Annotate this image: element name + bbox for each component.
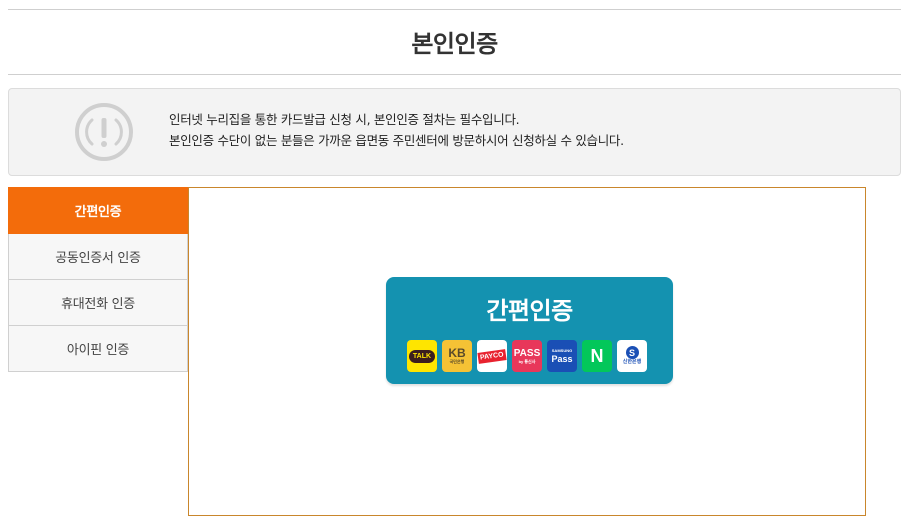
exclamation-circle-icon (75, 103, 133, 161)
payco-logo: PAYCO (477, 340, 507, 372)
pass-label: PASS (513, 347, 541, 359)
page-title: 본인인증 (411, 30, 498, 58)
notice-text: 인터넷 누리집을 통한 카드발급 신청 시, 본인인증 절차는 필수입니다. 본… (169, 109, 624, 151)
tab-joint-certificate[interactable]: 공동인증서 인증 (8, 234, 188, 280)
easy-auth-button[interactable]: 간편인증 TALK KB 국민은행 PAYCO PASS by 통신사 SAMS… (386, 277, 673, 384)
notice-line-2: 본인인증 수단이 없는 분들은 가까운 읍면동 주민센터에 방문하시어 신청하실… (169, 133, 624, 148)
shinhan-mark: S (625, 346, 639, 359)
tab-mobile-phone[interactable]: 휴대전화 인증 (8, 280, 188, 326)
payco-label: PAYCO (477, 348, 507, 364)
naver-logo: N (582, 340, 612, 372)
naver-label: N (590, 345, 604, 366)
notice-line-1: 인터넷 누리집을 통한 카드발급 신청 시, 본인인증 절차는 필수입니다. (169, 112, 520, 127)
samsung-pass-logo: SAMSUNG Pass (547, 340, 577, 372)
kb-logo-mark: KB (448, 346, 466, 360)
tab-ipin[interactable]: 아이핀 인증 (8, 326, 188, 372)
kb-bank-logo: KB 국민은행 (442, 340, 472, 372)
auth-panel: 간편인증 TALK KB 국민은행 PAYCO PASS by 통신사 SAMS… (188, 187, 866, 516)
pass-logo: PASS by 통신사 (512, 340, 542, 372)
page-header: 본인인증 (8, 9, 901, 75)
auth-method-tabs: 간편인증 공동인증서 인증 휴대전화 인증 아이핀 인증 (8, 187, 188, 372)
easy-auth-title: 간편인증 (486, 297, 573, 325)
notice-box: 인터넷 누리집을 통한 카드발급 신청 시, 본인인증 절차는 필수입니다. 본… (8, 88, 901, 176)
samsung-pass-label: Pass (551, 353, 573, 364)
tab-easy-auth[interactable]: 간편인증 (8, 187, 188, 234)
shinhan-label: 신한은행 (622, 359, 642, 365)
provider-logos: TALK KB 국민은행 PAYCO PASS by 통신사 SAMSUNG P… (407, 340, 647, 372)
pass-sublabel: by 통신사 (518, 358, 536, 364)
kb-logo-text: 국민은행 (449, 359, 465, 364)
shinhan-bank-logo: S 신한은행 (617, 340, 647, 372)
kakao-talk-logo: TALK (407, 340, 437, 372)
kakao-talk-label: TALK (408, 349, 436, 363)
